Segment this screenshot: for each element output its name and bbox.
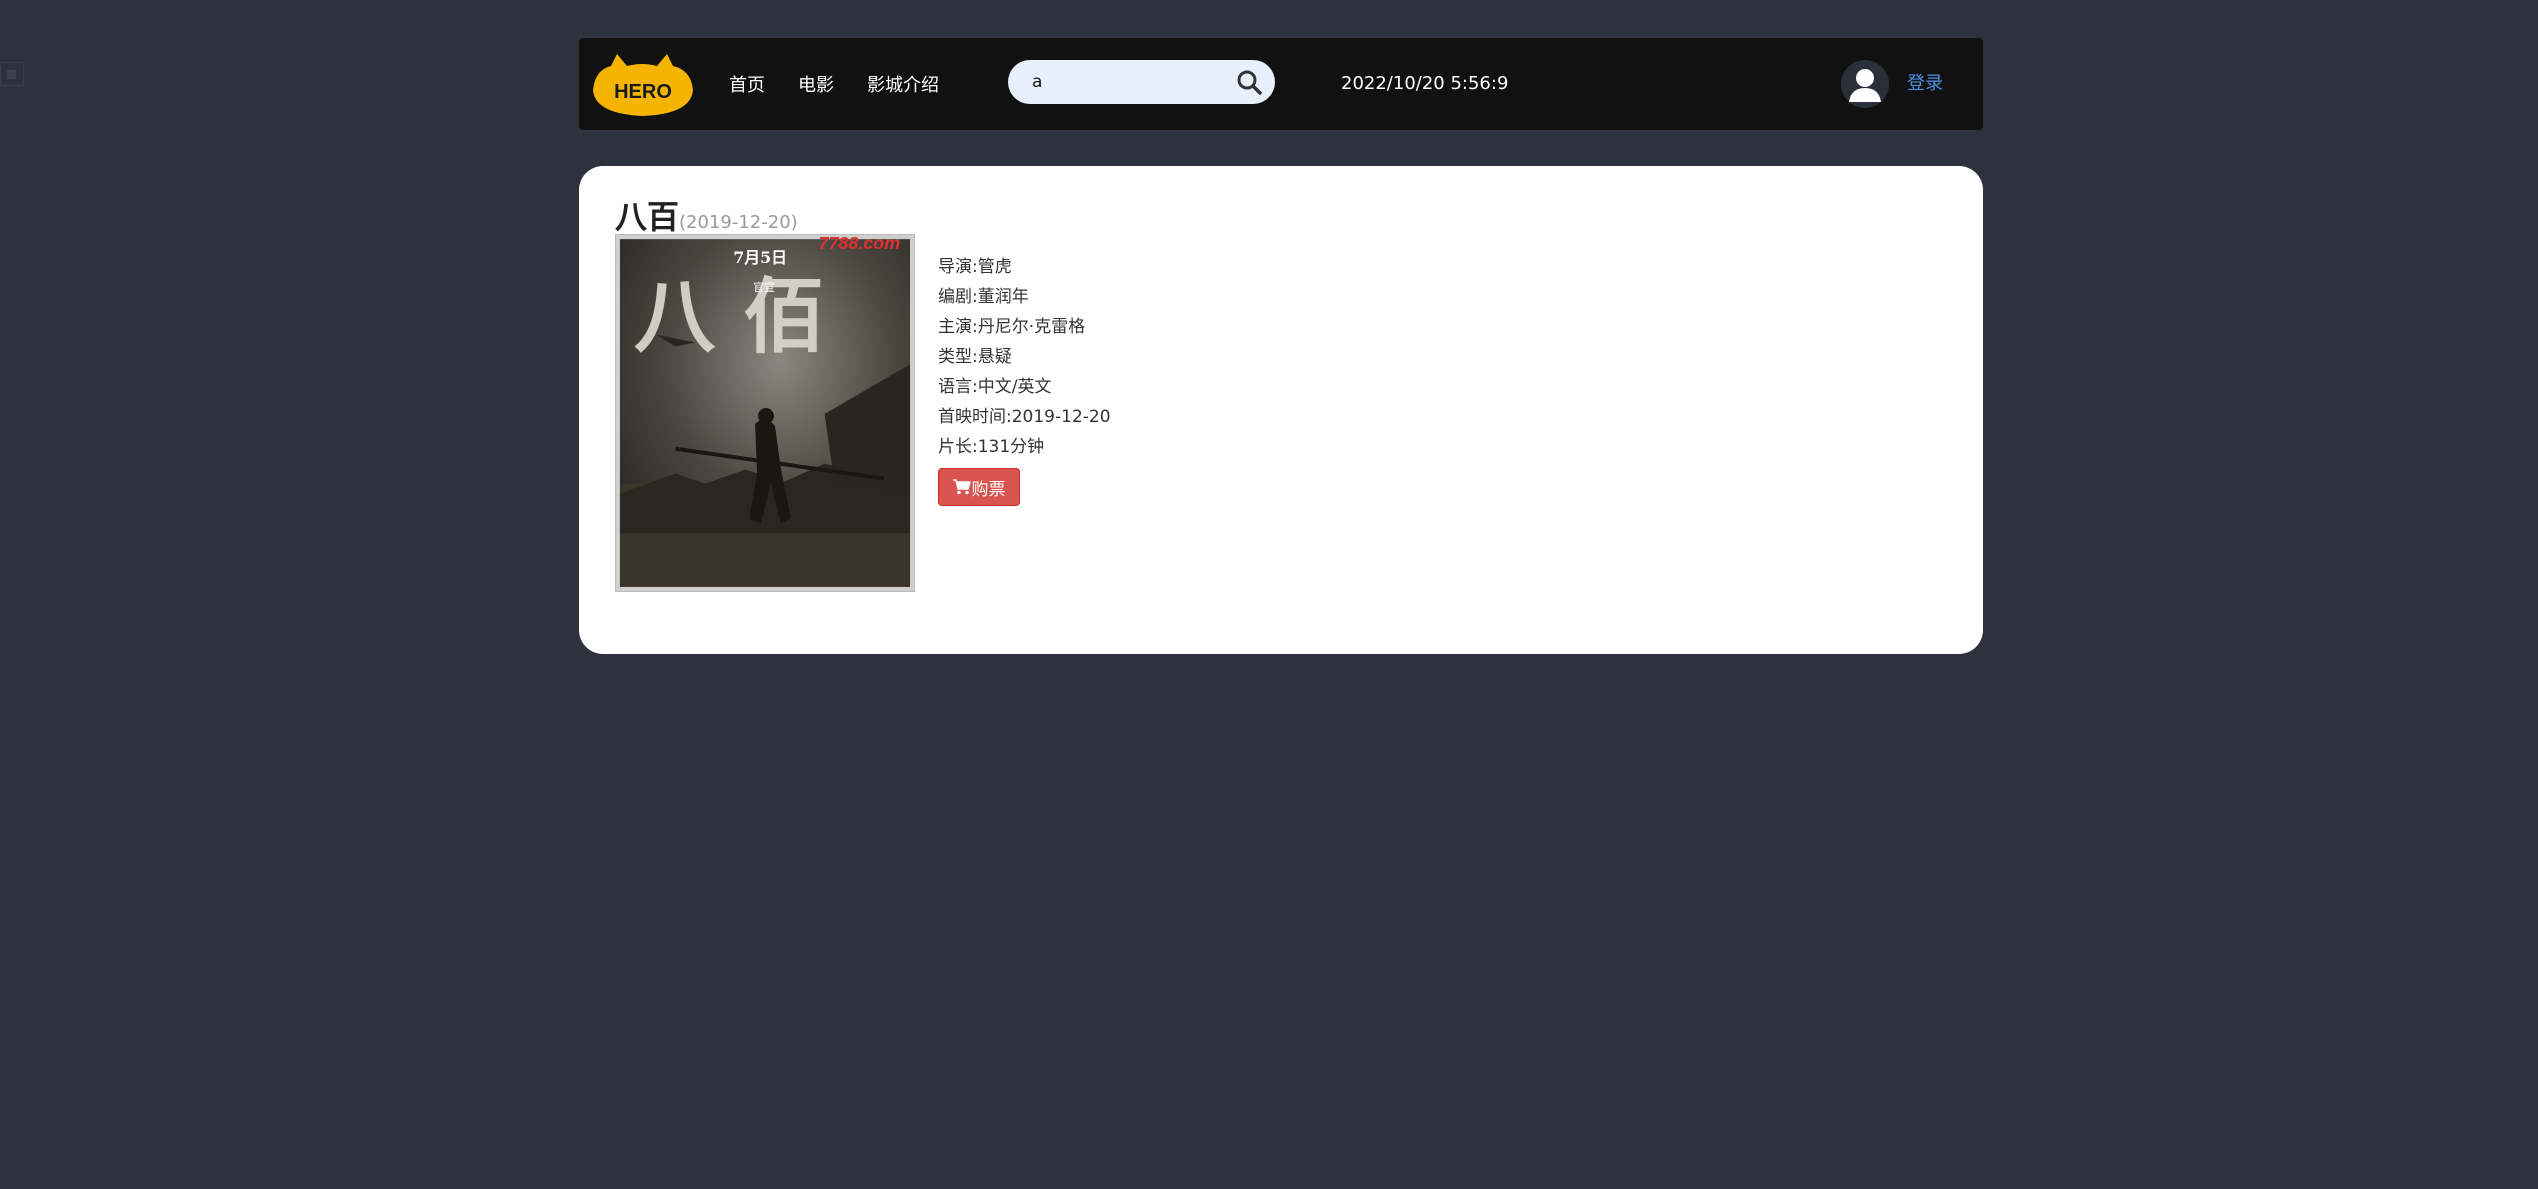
top-navbar: HERO 首页 电影 影城介绍 2022/10/20 5:56:9 登录 [579,38,1983,130]
nav-cinema-intro[interactable]: 影城介绍 [867,71,939,97]
director-line: 导演:管虎 [938,257,1012,277]
buy-ticket-button[interactable]: 购票 [938,468,1020,506]
writer-line: 编剧:董润年 [938,287,1029,307]
poster-title: 八 佰 [634,269,825,364]
login-link[interactable]: 登录 [1907,38,1943,130]
search-input[interactable] [1032,67,1227,97]
premiere-line: 首映时间:2019-12-20 [938,407,1111,427]
search-icon[interactable] [1235,68,1263,96]
nav-home[interactable]: 首页 [729,71,765,97]
language-line: 语言:中文/英文 [938,377,1052,397]
user-avatar-icon[interactable] [1841,60,1889,108]
poster-tag: 官宣 [753,280,775,294]
logo-text: HERO [614,81,672,103]
runtime-line: 片长:131分钟 [938,437,1045,457]
genre-line: 类型:悬疑 [938,347,1012,367]
corner-box [0,62,24,86]
movie-title-row: 八百(2019-12-20) [615,192,798,238]
current-datetime: 2022/10/20 5:56:9 [1341,73,1509,94]
search-box [1008,60,1275,104]
hero-logo[interactable]: HERO [587,52,697,118]
nav-movies[interactable]: 电影 [798,71,834,97]
poster-watermark: 7788.com [819,235,901,253]
movie-poster: 八 佰 7月5日 7788.com 官宣 [615,234,915,592]
movie-info: 导演:管虎 编剧:董润年 主演:丹尼尔·克雷格 类型:悬疑 语言:中文/英文 首… [938,252,1111,506]
poster-date: 7月5日 [733,248,787,267]
shopping-cart-icon [952,479,971,495]
movie-title: 八百 [615,198,680,236]
main-nav: 首页 电影 影城介绍 [729,38,972,130]
cast-line: 主演:丹尼尔·克雷格 [938,317,1086,337]
movie-release-date: (2019-12-20) [679,212,798,233]
buy-ticket-label: 购票 [971,479,1006,500]
movie-detail-card: 八百(2019-12-20) 八 佰 7月5日 7788.com 官宣 导演:管… [579,166,1983,654]
